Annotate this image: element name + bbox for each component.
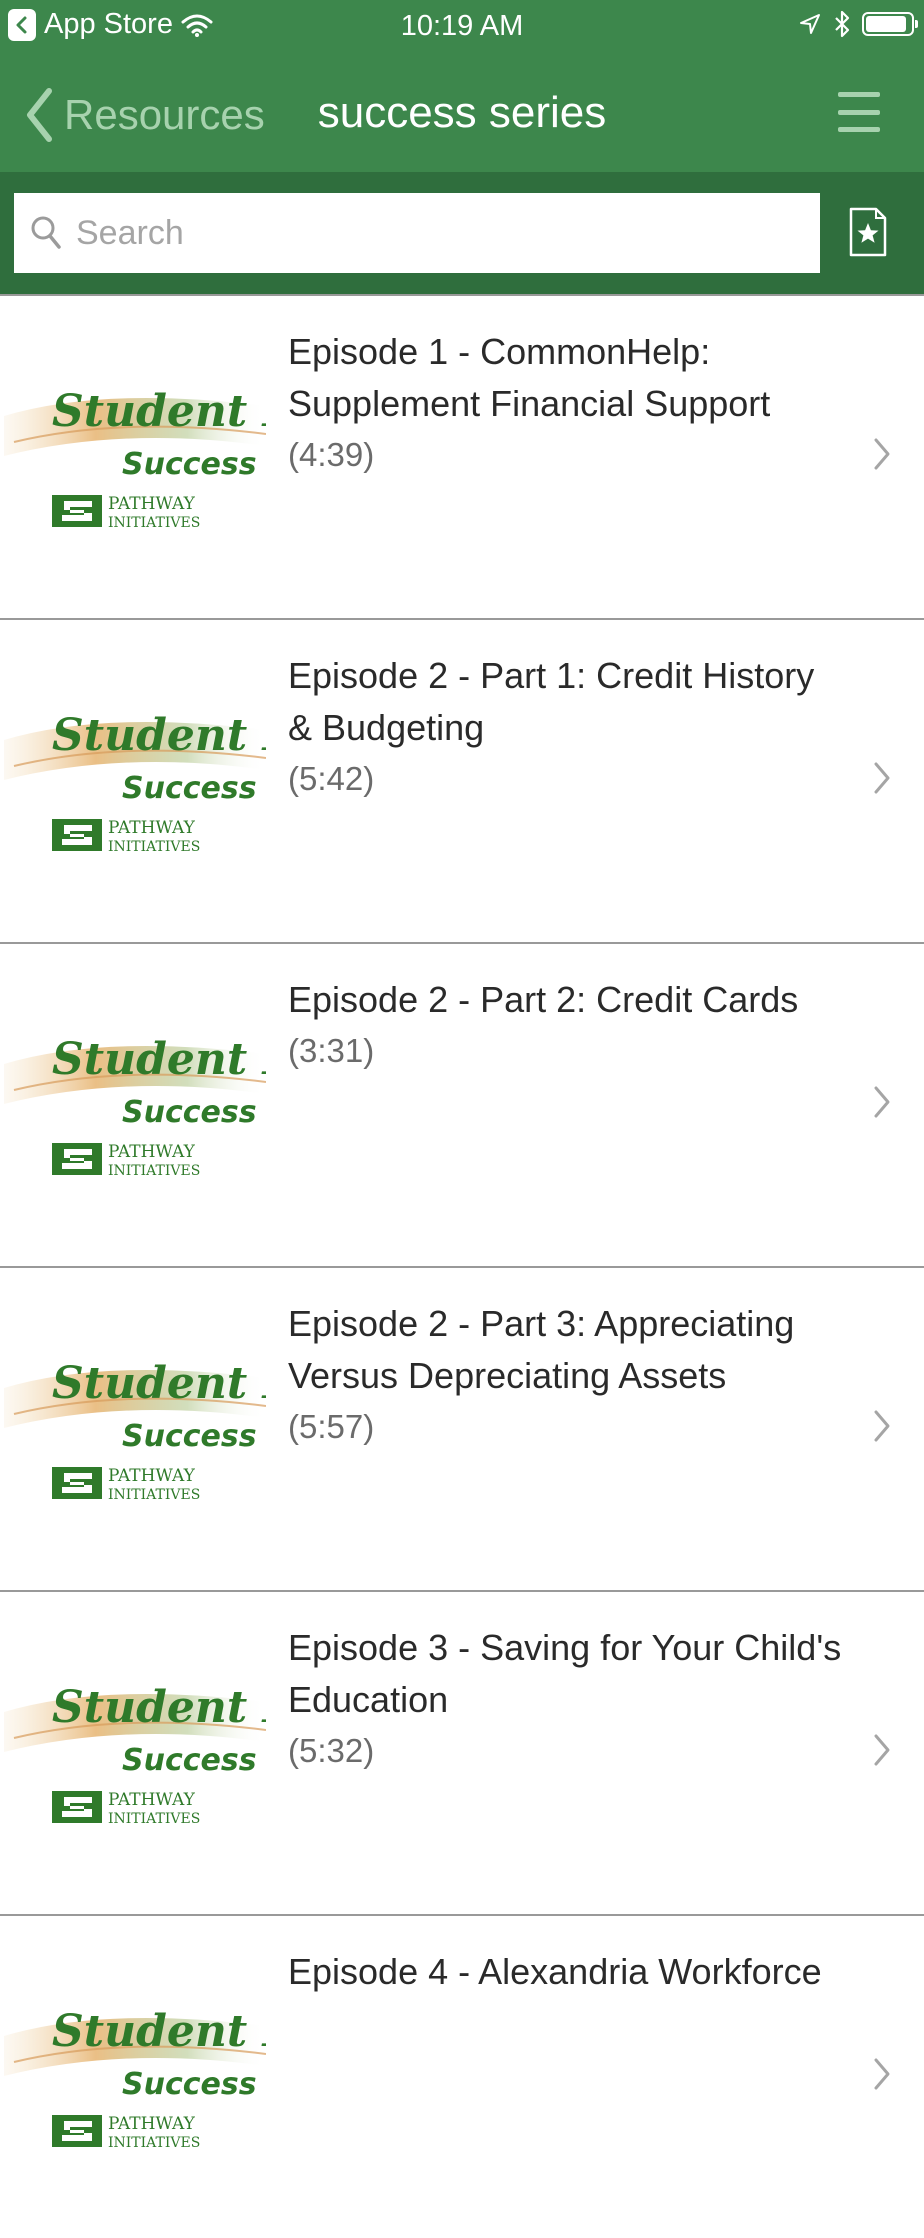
episode-duration: (3:31): [288, 1032, 375, 1069]
episode-duration: (5:42): [288, 760, 375, 797]
chevron-right-icon: [874, 762, 890, 794]
thumbnail-text: Success S: [122, 2067, 266, 2102]
bluetooth-icon: [835, 10, 850, 38]
chevron-right-icon: [874, 2058, 890, 2090]
thumbnail-text: PATHWAY: [108, 1142, 196, 1162]
menu-button[interactable]: [838, 92, 880, 132]
episode-row[interactable]: Student Re Success S PATHWAY INITIATIVES…: [0, 294, 924, 618]
thumbnail-text: Student Re: [52, 1358, 266, 1409]
thumbnail-text: Student Re: [52, 386, 266, 437]
search-input[interactable]: [74, 212, 778, 254]
episode-duration: (4:39): [288, 436, 375, 473]
episode-title: Episode 1 - CommonHelp: Supplement Finan…: [288, 331, 771, 424]
navigation-bar: Resources success series: [0, 56, 924, 172]
episode-thumbnail: Student Re Success S PATHWAY INITIATIVES: [4, 700, 266, 880]
episode-row[interactable]: Student Re Success S PATHWAY INITIATIVES…: [0, 618, 924, 942]
thumbnail-text: Success S: [122, 1743, 266, 1778]
favorites-icon[interactable]: [848, 206, 888, 258]
thumbnail-text: INITIATIVES: [108, 2135, 200, 2151]
chevron-right-icon: [874, 438, 890, 470]
thumbnail-text: INITIATIVES: [108, 1163, 200, 1179]
chevron-right-icon: [874, 1410, 890, 1442]
thumbnail-text: Success S: [122, 447, 266, 482]
thumbnail-text: INITIATIVES: [108, 1487, 200, 1503]
search-icon: [31, 216, 61, 249]
status-bar: App Store 10:19 AM: [0, 0, 924, 56]
thumbnail-text: INITIATIVES: [108, 839, 200, 855]
location-arrow-icon: [800, 14, 820, 34]
episode-title: Episode 2 - Part 1: Credit History & Bud…: [288, 655, 815, 748]
episode-title: Episode 3 - Saving for Your Child's Educ…: [288, 1627, 842, 1720]
thumbnail-text: PATHWAY: [108, 818, 196, 838]
episode-row[interactable]: Student Re Success S PATHWAY INITIATIVES…: [0, 1590, 924, 1914]
battery-level: [866, 16, 907, 32]
thumbnail-text: PATHWAY: [108, 494, 196, 514]
thumbnail-text: PATHWAY: [108, 2114, 196, 2134]
thumbnail-text: Student Re: [52, 1034, 266, 1085]
hamburger-icon-bar: [838, 127, 880, 132]
chevron-right-icon: [874, 1086, 890, 1118]
episode-title: Episode 2 - Part 2: Credit Cards: [288, 979, 799, 1020]
thumbnail-text: Success S: [122, 1095, 266, 1130]
status-time: 10:19 AM: [400, 10, 524, 42]
episode-row[interactable]: Student Re Success S PATHWAY INITIATIVES…: [0, 1914, 924, 2238]
episode-row[interactable]: Student Re Success S PATHWAY INITIATIVES…: [0, 942, 924, 1266]
hamburger-icon-bar: [838, 92, 880, 97]
chevron-right-icon: [874, 1734, 890, 1766]
episode-thumbnail: Student Re Success S PATHWAY INITIATIVES: [4, 1996, 266, 2176]
search-field[interactable]: [14, 193, 820, 273]
episode-thumbnail: Student Re Success S PATHWAY INITIATIVES: [4, 1672, 266, 1852]
episode-thumbnail: Student Re Success S PATHWAY INITIATIVES: [4, 1348, 266, 1528]
thumbnail-text: PATHWAY: [108, 1790, 196, 1810]
thumbnail-text: Success S: [122, 771, 266, 806]
thumbnail-text: Success S: [122, 1419, 266, 1454]
episode-thumbnail: Student Re Success S PATHWAY INITIATIVES: [4, 376, 266, 556]
episode-row[interactable]: Student Re Success S PATHWAY INITIATIVES…: [0, 1266, 924, 1590]
thumbnail-text: Student Re: [52, 2006, 266, 2057]
episode-title: Episode 4 - Alexandria Workforce: [288, 1951, 822, 1992]
thumbnail-text: INITIATIVES: [108, 515, 200, 531]
episode-title: Episode 2 - Part 3: Appreciating Versus …: [288, 1303, 795, 1396]
episode-duration: (5:32): [288, 1732, 375, 1769]
battery-icon: [862, 12, 918, 36]
thumbnail-text: Student Re: [52, 710, 266, 761]
search-bar: [0, 172, 924, 294]
episode-list: Student Re Success S PATHWAY INITIATIVES…: [0, 294, 924, 2238]
hamburger-icon-bar: [838, 109, 880, 115]
thumbnail-text: INITIATIVES: [108, 1811, 200, 1827]
thumbnail-text: Student Re: [52, 1682, 266, 1733]
thumbnail-text: PATHWAY: [108, 1466, 196, 1486]
page-title: success series: [317, 88, 607, 137]
episode-duration: (5:57): [288, 1408, 375, 1445]
episode-thumbnail: Student Re Success S PATHWAY INITIATIVES: [4, 1024, 266, 1204]
